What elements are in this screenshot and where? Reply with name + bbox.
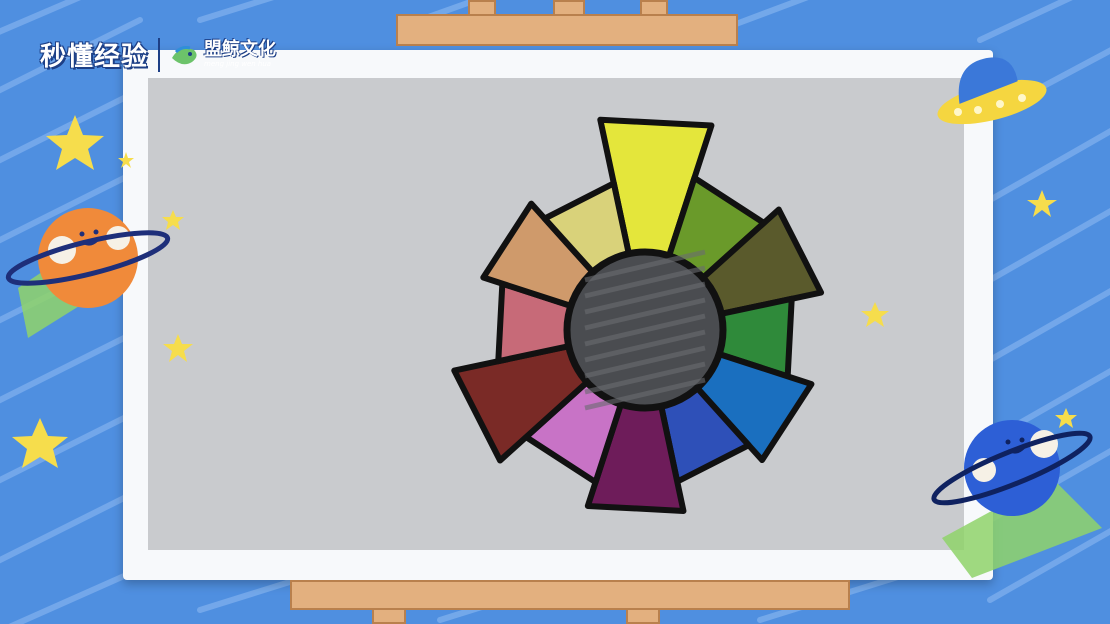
planet-icon <box>931 420 1102 578</box>
miaodong-logo: 秒懂经验 <box>40 42 149 72</box>
planet-icon <box>5 208 171 338</box>
star-icon <box>163 334 193 362</box>
star-icon <box>118 152 134 168</box>
logo-divider <box>158 37 161 72</box>
fish-logo-icon <box>172 45 197 64</box>
ufo-icon <box>937 57 1047 125</box>
star-icon <box>1027 190 1057 217</box>
color-wheel-drawing <box>451 116 825 514</box>
logo-watermark: 秒懂经验 盟鲸文化 meng jing wen hua <box>40 36 276 73</box>
partner-pinyin: meng jing wen hua <box>204 60 272 68</box>
partner-name: 盟鲸文化 <box>204 39 277 60</box>
star-icon <box>861 302 889 327</box>
artwork-layer <box>5 57 1102 578</box>
star-icon <box>1055 408 1077 428</box>
star-icon <box>46 115 104 170</box>
star-icon <box>162 210 184 230</box>
partner-logo: 盟鲸文化 meng jing wen hua <box>170 41 276 68</box>
star-icon <box>12 418 68 468</box>
